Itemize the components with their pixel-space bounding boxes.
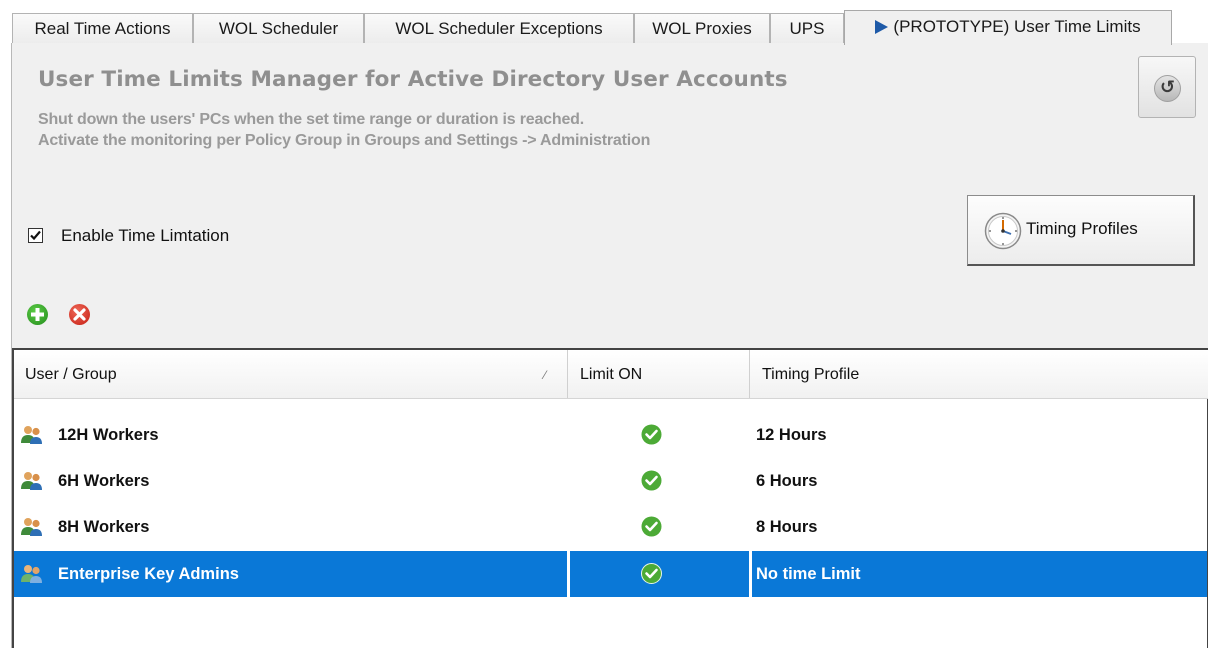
checkmark-icon — [30, 230, 41, 241]
row-timing-profile: No time Limit — [756, 565, 861, 583]
table-row[interactable]: 8H Workers 8 Hours — [14, 504, 1207, 550]
row-user-name: 6H Workers — [58, 472, 150, 490]
tab-label: WOL Proxies — [652, 19, 752, 38]
table-row-selected[interactable]: Enterprise Key Admins No time Limit — [14, 551, 1207, 597]
add-icon[interactable] — [27, 304, 48, 325]
row-timing-profile: 8 Hours — [756, 518, 818, 536]
column-header-timing-profile[interactable]: Timing Profile — [762, 350, 859, 398]
table-row[interactable]: 6H Workers 6 Hours — [14, 458, 1207, 504]
tab-label: (PROTOTYPE) User Time Limits — [893, 17, 1141, 36]
tab-label: UPS — [789, 19, 825, 38]
timing-profiles-label: Timing Profiles — [1026, 219, 1138, 238]
user-group-icon — [21, 426, 42, 444]
column-divider[interactable] — [567, 350, 568, 398]
table-row[interactable]: 12H Workers 12 Hours — [14, 412, 1207, 458]
check-circle-icon — [641, 516, 662, 537]
user-time-limits-panel: User Time Limits Manager for Active Dire… — [11, 43, 1208, 648]
user-group-icon — [21, 565, 42, 583]
refresh-icon: ↺ — [1154, 75, 1181, 102]
check-circle-icon — [641, 563, 662, 584]
column-header-user-group[interactable]: User / Group — [25, 350, 565, 398]
check-circle-icon — [641, 424, 662, 445]
row-timing-profile: 6 Hours — [756, 472, 818, 490]
plus-glyph — [31, 308, 44, 321]
check-circle-icon — [641, 470, 662, 491]
page-subtitle-line-1: Shut down the users' PCs when the set ti… — [38, 111, 584, 128]
refresh-button[interactable]: ↺ — [1138, 56, 1196, 118]
x-glyph — [73, 308, 86, 321]
sort-indicator-icon: ⁄ — [544, 368, 547, 382]
user-group-icon — [21, 518, 42, 536]
column-header-limit-on[interactable]: Limit ON — [580, 350, 642, 398]
tab-label: WOL Scheduler Exceptions — [395, 19, 603, 38]
user-group-table: User / Group ⁄ Limit ON Timing Profile 1… — [12, 348, 1208, 648]
remove-icon[interactable] — [69, 304, 90, 325]
page-title: User Time Limits Manager for Active Dire… — [38, 67, 788, 92]
tab-wol-proxies[interactable]: WOL Proxies — [634, 13, 770, 44]
selection-column-divider — [567, 551, 570, 597]
play-triangle-icon — [875, 20, 889, 34]
tab-wol-scheduler-exceptions[interactable]: WOL Scheduler Exceptions — [364, 13, 634, 44]
timing-profiles-button[interactable]: Timing Profiles — [967, 195, 1195, 266]
checkbox-box[interactable] — [28, 228, 43, 243]
column-divider[interactable] — [749, 350, 750, 398]
tab-user-time-limits[interactable]: (PROTOTYPE) User Time Limits — [844, 10, 1172, 45]
page-subtitle-line-2: Activate the monitoring per Policy Group… — [38, 132, 651, 149]
tab-wol-scheduler[interactable]: WOL Scheduler — [193, 13, 364, 44]
user-group-icon — [21, 472, 42, 490]
tab-label: WOL Scheduler — [218, 19, 339, 38]
row-user-name: Enterprise Key Admins — [58, 565, 239, 583]
row-timing-profile: 12 Hours — [756, 426, 827, 444]
clock-icon — [984, 212, 1022, 250]
row-user-name: 12H Workers — [58, 426, 159, 444]
table-header: User / Group ⁄ Limit ON Timing Profile — [14, 350, 1208, 399]
tab-label: Real Time Actions — [34, 19, 171, 38]
row-user-name: 8H Workers — [58, 518, 150, 536]
tab-ups[interactable]: UPS — [770, 13, 844, 44]
checkbox-label: Enable Time Limtation — [61, 226, 230, 245]
tab-real-time-actions[interactable]: Real Time Actions — [12, 13, 193, 44]
selection-column-divider — [749, 551, 752, 597]
tab-bar: Real Time Actions WOL Scheduler WOL Sche… — [12, 10, 1208, 45]
